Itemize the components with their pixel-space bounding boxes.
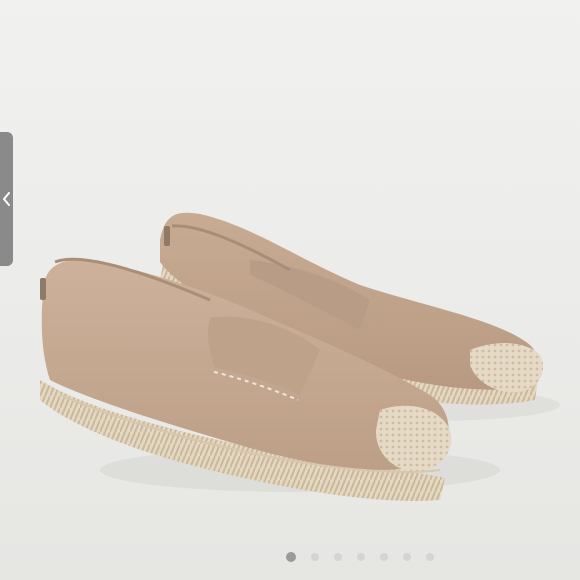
carousel-dot-1[interactable] — [286, 552, 296, 562]
carousel-dot-2[interactable] — [311, 553, 319, 561]
carousel-dot-4[interactable] — [357, 553, 365, 561]
carousel-pagination — [0, 550, 580, 564]
product-photo — [40, 212, 560, 501]
image-viewer — [0, 0, 580, 580]
chevron-left-icon — [3, 192, 10, 206]
carousel-dot-3[interactable] — [334, 553, 342, 561]
carousel-dot-6[interactable] — [403, 553, 411, 561]
previous-image-button[interactable] — [0, 132, 13, 266]
carousel-dot-7[interactable] — [426, 553, 434, 561]
carousel-dot-5[interactable] — [380, 553, 388, 561]
